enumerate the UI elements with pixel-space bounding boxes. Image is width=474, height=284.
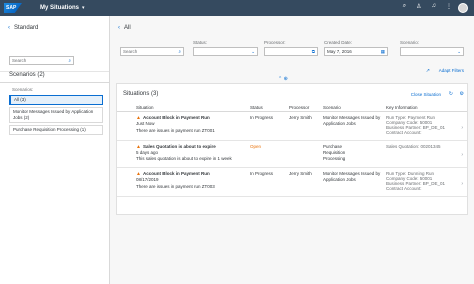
calendar-icon[interactable]: ▦: [381, 48, 385, 55]
status-select[interactable]: ⌄: [193, 47, 258, 56]
main-panel: ‹ All Search ⌕ Status: ⌄ Processor: ⧉ Cr…: [110, 16, 474, 284]
chevron-right-icon[interactable]: ›: [461, 152, 463, 158]
created-date-label: Created Date:: [324, 40, 353, 45]
search-icon[interactable]: ⌕: [178, 48, 181, 55]
table-row[interactable]: ▲ Sales Quotation is about to expire 5 da…: [117, 142, 467, 168]
scenario-search-input[interactable]: Search ⌕: [9, 56, 74, 65]
table-row[interactable]: ▲ Account Block in Payment Run Just Now T…: [117, 113, 467, 141]
person-icon[interactable]: ♙: [416, 3, 421, 10]
refresh-icon[interactable]: ↻: [449, 91, 453, 97]
scenario-item-all[interactable]: All (3): [9, 95, 103, 105]
chevron-down-icon[interactable]: ⌄: [251, 48, 255, 55]
situations-title: Situations (3): [123, 91, 159, 97]
scenario-item-monitor[interactable]: Monitor Messages Issued by Application J…: [9, 107, 103, 123]
collapse-header-icon[interactable]: ⌃ ⊕: [278, 76, 288, 82]
scenarios-title: Scenarios (2): [9, 72, 45, 78]
chevron-down-icon[interactable]: ⌄: [457, 48, 461, 55]
variant-title[interactable]: Standard: [14, 25, 38, 31]
settings-icon[interactable]: ⚙: [460, 91, 464, 97]
scenario-select[interactable]: ⌄: [400, 47, 464, 56]
processor-label: Processor:: [264, 40, 286, 45]
status-label: Status:: [193, 40, 208, 45]
shell-bar: SAP My Situations ▾ ⌕ ♙ ♫ ⋮: [0, 0, 474, 16]
close-situation-button[interactable]: Close Situation: [411, 92, 441, 97]
chevron-right-icon[interactable]: ›: [461, 181, 463, 187]
chevron-right-icon[interactable]: ›: [461, 125, 463, 131]
left-panel: ‹ Standard Search ⌕ Scenarios (2) Scenar…: [0, 16, 110, 284]
search-icon[interactable]: ⌕: [68, 57, 71, 64]
scenario-label: Scenario:: [400, 40, 420, 45]
processor-input[interactable]: ⧉: [264, 47, 318, 56]
scenarios-label: Scenarios:: [12, 87, 34, 92]
page-title[interactable]: All: [124, 25, 131, 31]
table-header: Situation Status Processor Scenario Key …: [117, 103, 467, 112]
value-help-icon[interactable]: ⧉: [312, 48, 315, 55]
table-row[interactable]: ▲ Account Block in Payment Run 08/17/2019…: [117, 169, 467, 197]
share-icon[interactable]: ↗: [426, 68, 430, 74]
sap-logo: SAP: [4, 3, 22, 13]
created-date-picker[interactable]: May 7, 2016 ▦: [324, 47, 388, 56]
situations-card: Situations (3) Close Situation ↻ ⚙ Situa…: [116, 83, 468, 215]
grid-icon[interactable]: ⋮: [446, 3, 452, 10]
search-icon[interactable]: ⌕: [403, 3, 406, 10]
adapt-filters-button[interactable]: Adapt Filters: [439, 68, 464, 73]
app-title[interactable]: My Situations: [40, 5, 79, 11]
scenario-item-purchase[interactable]: Purchase Requisition Processing (1): [9, 125, 103, 135]
back-icon[interactable]: ‹: [8, 25, 10, 31]
avatar[interactable]: [458, 3, 468, 13]
filter-search-input[interactable]: Search ⌕: [120, 47, 184, 56]
back-icon[interactable]: ‹: [118, 25, 120, 31]
chevron-down-icon[interactable]: ▾: [82, 5, 85, 11]
bell-icon[interactable]: ♫: [432, 3, 437, 10]
